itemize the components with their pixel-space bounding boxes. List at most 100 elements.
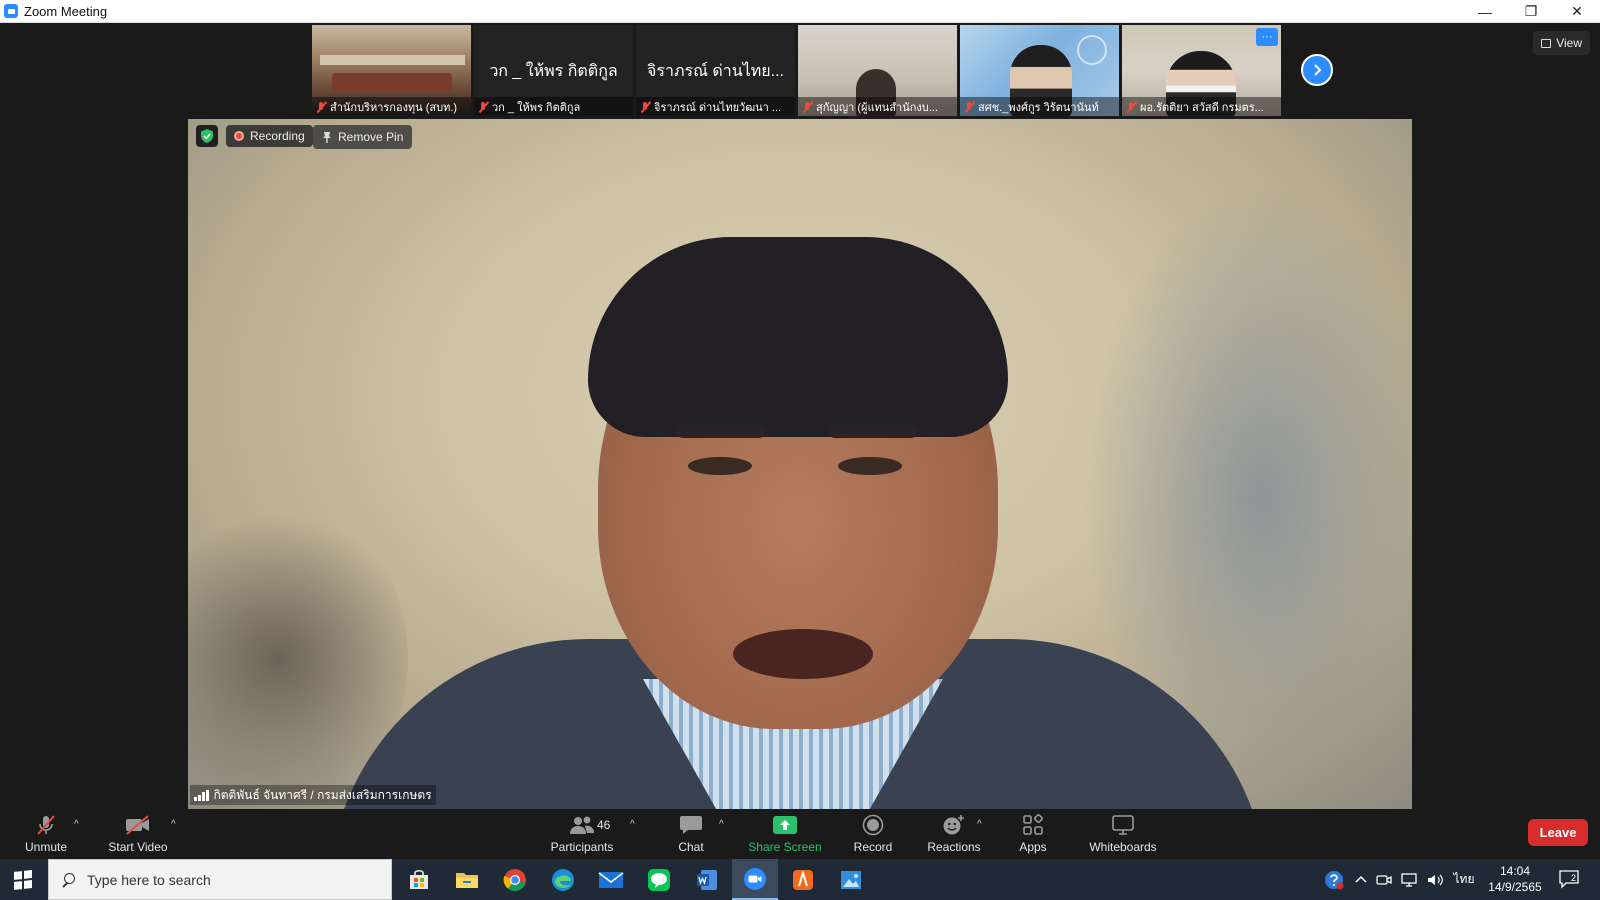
participant-label: สำนักบริหารกองทุน (สบท.) xyxy=(312,97,471,116)
recording-indicator[interactable]: Recording xyxy=(226,125,313,147)
record-label: Record xyxy=(853,840,893,854)
clock-date: 14/9/2565 xyxy=(1488,880,1542,894)
start-button[interactable] xyxy=(0,859,46,900)
window-title: Zoom Meeting xyxy=(24,3,108,19)
whiteboard-icon xyxy=(1111,813,1135,837)
participant-label: สุกัญญา (ผู้แทนสำนักงบ... xyxy=(798,97,957,116)
volume-icon[interactable] xyxy=(1424,859,1446,900)
mic-muted-icon xyxy=(477,101,489,113)
recording-dot-icon xyxy=(234,131,244,141)
reactions-button[interactable]: Reactions xyxy=(924,809,984,859)
chat-button[interactable]: Chat xyxy=(666,809,716,859)
participant-name: จิราภรณ์ ด่านไทยวัฒนา ... xyxy=(654,101,782,114)
start-video-button[interactable]: Start Video xyxy=(104,809,172,859)
recording-label: Recording xyxy=(250,129,305,143)
participants-icon xyxy=(569,813,595,837)
edge-icon[interactable] xyxy=(540,859,586,900)
restore-button[interactable]: ❐ xyxy=(1508,0,1554,23)
participant-thumbnail[interactable]: สำนักบริหารกองทุน (สบท.) xyxy=(312,25,471,116)
windows-taskbar: ไทย 14:04 14/9/2565 2 xyxy=(0,859,1600,900)
show-hidden-icons-chevron-icon[interactable] xyxy=(1352,859,1370,900)
chat-bubble-icon xyxy=(679,813,703,837)
meeting-stage: สำนักบริหารกองทุน (สบท.) วก _ ให้พร กิตต… xyxy=(0,23,1600,809)
thumbnail-strip: สำนักบริหารกองทุน (สบท.) วก _ ให้พร กิตต… xyxy=(312,25,1281,117)
apps-icon xyxy=(1022,813,1044,837)
pin-icon xyxy=(323,131,331,143)
taskbar-clock[interactable]: 14:04 14/9/2565 xyxy=(1480,863,1550,895)
participant-label: สศช._พงศ์กูร วิรัตนานันท์ xyxy=(960,97,1119,116)
zoom-taskbar-icon[interactable] xyxy=(732,859,778,900)
mic-muted-icon xyxy=(34,813,58,837)
whiteboards-label: Whiteboards xyxy=(1089,840,1157,854)
smiley-plus-icon xyxy=(942,813,966,837)
photos-icon[interactable] xyxy=(828,859,874,900)
zoom-app-icon xyxy=(4,4,18,18)
store-app-icon[interactable] xyxy=(396,859,442,900)
video-options-caret[interactable]: ^ xyxy=(171,819,176,830)
unmute-label: Unmute xyxy=(24,840,68,854)
encryption-shield-icon[interactable] xyxy=(196,125,218,147)
participant-label: วก _ ให้พร กิตติกูล xyxy=(474,97,633,116)
signal-strength-icon xyxy=(194,789,209,801)
search-icon xyxy=(61,872,75,887)
participants-label: Participants xyxy=(550,840,614,854)
minimize-button[interactable]: — xyxy=(1462,0,1508,23)
network-icon[interactable] xyxy=(1398,859,1420,900)
reactions-label: Reactions xyxy=(927,840,981,854)
view-label: View xyxy=(1556,36,1582,50)
next-page-button[interactable] xyxy=(1301,54,1333,86)
notification-center-icon[interactable]: 2 xyxy=(1556,867,1582,891)
chat-options-caret[interactable]: ^ xyxy=(719,819,724,830)
reactions-options-caret[interactable]: ^ xyxy=(977,819,982,830)
taskbar-search[interactable] xyxy=(48,859,392,900)
participant-name: สุกัญญา (ผู้แทนสำนักงบ... xyxy=(816,101,938,114)
svg-text:2: 2 xyxy=(1571,873,1576,883)
participant-thumbnail[interactable]: สศช._พงศ์กูร วิรัตนานันท์ xyxy=(960,25,1119,116)
more-options-button[interactable]: ··· xyxy=(1256,28,1278,46)
record-button[interactable]: Record xyxy=(848,809,898,859)
help-tray-icon[interactable] xyxy=(1322,859,1346,900)
file-explorer-icon[interactable] xyxy=(444,859,490,900)
participant-thumbnail[interactable]: วก _ ให้พร กิตติกูล วก _ ให้พร กิตติกูล xyxy=(474,25,633,116)
line-app-icon[interactable] xyxy=(636,859,682,900)
share-screen-label: Share Screen xyxy=(748,840,822,854)
input-language[interactable]: ไทย xyxy=(1450,859,1478,900)
chevron-right-icon xyxy=(1314,64,1322,76)
mic-muted-icon xyxy=(639,101,651,113)
mic-muted-icon xyxy=(801,101,813,113)
whiteboards-button[interactable]: Whiteboards xyxy=(1082,809,1164,859)
participant-thumbnail[interactable]: สุกัญญา (ผู้แทนสำนักงบ... xyxy=(798,25,957,116)
participant-display-name: จิราภรณ์ ด่านไทย... xyxy=(647,63,784,80)
meet-now-icon[interactable] xyxy=(1374,859,1394,900)
mail-icon[interactable] xyxy=(588,859,634,900)
meeting-toolbar: Unmute ^ Start Video ^ Participants 46 ^… xyxy=(0,809,1600,859)
share-screen-button[interactable]: Share Screen xyxy=(744,809,826,859)
start-video-label: Start Video xyxy=(108,840,168,854)
close-button[interactable]: ✕ xyxy=(1554,0,1600,23)
search-input[interactable] xyxy=(87,871,367,888)
participants-count: 46 xyxy=(597,818,611,832)
windows-logo-icon xyxy=(14,869,32,890)
word-icon[interactable] xyxy=(684,859,730,900)
apps-button[interactable]: Apps xyxy=(1010,809,1056,859)
participants-options-caret[interactable]: ^ xyxy=(630,819,635,830)
participants-button[interactable]: Participants xyxy=(549,809,615,859)
audio-options-caret[interactable]: ^ xyxy=(74,819,79,830)
participant-label: ผอ.รัตติยา สวัสดี กรมตร... xyxy=(1122,97,1281,116)
participant-thumbnail[interactable]: จิราภรณ์ ด่านไทย... จิราภรณ์ ด่านไทยวัฒน… xyxy=(636,25,795,116)
remove-pin-button[interactable]: Remove Pin xyxy=(313,125,413,149)
camera-off-icon xyxy=(124,813,152,837)
remove-pin-label: Remove Pin xyxy=(338,130,404,144)
chrome-icon[interactable] xyxy=(492,859,538,900)
view-button[interactable]: View xyxy=(1533,31,1590,55)
gallery-view-icon xyxy=(1541,38,1552,48)
participant-label: จิราภรณ์ ด่านไทยวัฒนา ... xyxy=(636,97,795,116)
leave-button[interactable]: Leave xyxy=(1528,819,1588,846)
pinned-video[interactable] xyxy=(188,119,1412,809)
active-speaker-label: กิตติพันธ์ จันทาศรี / กรมส่งเสริมการเกษต… xyxy=(190,785,436,805)
unmute-button[interactable]: Unmute xyxy=(20,809,72,859)
pdf-reader-icon[interactable] xyxy=(780,859,826,900)
record-icon xyxy=(862,813,884,837)
clock-time: 14:04 xyxy=(1499,864,1531,878)
participant-thumbnail[interactable]: ··· ผอ.รัตติยา สวัสดี กรมตร... xyxy=(1122,25,1281,116)
